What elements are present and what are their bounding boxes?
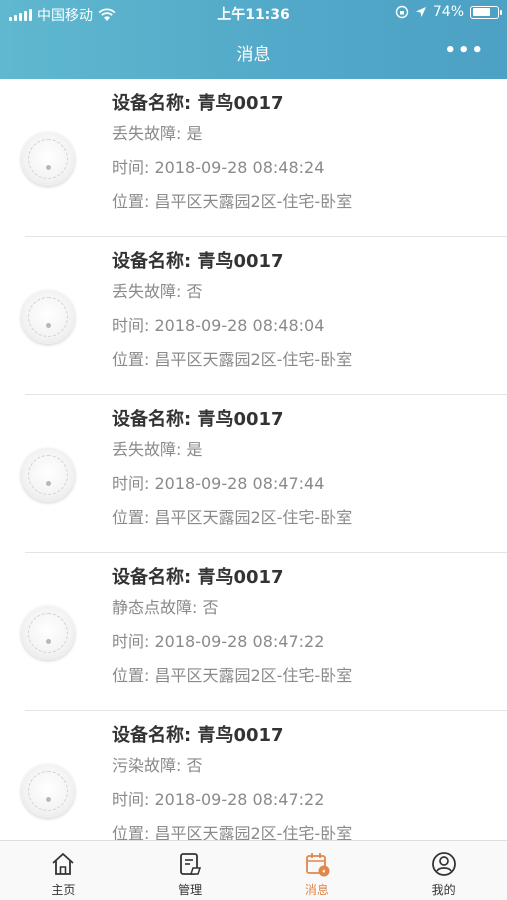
- message-time: 时间: 2018-09-28 08:47:22: [112, 632, 325, 651]
- smoke-detector-icon: [21, 448, 75, 502]
- message-item[interactable]: 设备名称: 青鸟0017 污染故障: 否 时间: 2018-09-28 08:4…: [0, 711, 507, 840]
- tab-mine[interactable]: 我的: [380, 841, 507, 900]
- battery-percent: 74%: [432, 4, 464, 20]
- device-name: 设备名称: 青鸟0017: [112, 409, 284, 430]
- tab-home[interactable]: 主页: [0, 841, 127, 900]
- tab-manage-label: 管理: [178, 883, 203, 897]
- message-time: 时间: 2018-09-28 08:48:24: [112, 158, 325, 177]
- message-time: 时间: 2018-09-28 08:47:44: [112, 474, 325, 493]
- fault-status: 丢失故障: 是: [112, 440, 203, 459]
- device-location: 位置: 昌平区天露园2区-住宅-卧室: [112, 350, 353, 369]
- smoke-detector-icon: [21, 132, 75, 186]
- page-title: 消息: [236, 45, 271, 65]
- tab-home-label: 主页: [51, 883, 76, 897]
- manage-icon: [180, 853, 202, 875]
- device-name: 设备名称: 青鸟0017: [112, 251, 284, 272]
- tab-messages[interactable]: 消息: [254, 841, 381, 900]
- status-bar: 中国移动 上午11:36 74%: [0, 0, 507, 28]
- smoke-detector-icon: [21, 764, 75, 818]
- tab-bar: 主页 管理 消息 我的: [0, 840, 507, 900]
- fault-status: 静态点故障: 否: [112, 598, 219, 617]
- message-time: 时间: 2018-09-28 08:47:22: [112, 790, 325, 809]
- device-name: 设备名称: 青鸟0017: [112, 93, 284, 114]
- message-item[interactable]: 设备名称: 青鸟0017 丢失故障: 是 时间: 2018-09-28 08:4…: [0, 395, 507, 553]
- home-icon: [52, 853, 74, 875]
- device-name: 设备名称: 青鸟0017: [112, 725, 284, 746]
- device-location: 位置: 昌平区天露园2区-住宅-卧室: [112, 824, 353, 840]
- battery-icon: [470, 5, 502, 19]
- more-button[interactable]: •••: [444, 40, 485, 61]
- location-arrow-icon: [415, 7, 426, 17]
- smoke-detector-icon: [21, 290, 75, 344]
- message-time: 时间: 2018-09-28 08:48:04: [112, 316, 325, 335]
- header: 中国移动 上午11:36 74% 消息 •••: [0, 0, 507, 79]
- calendar-message-icon: [305, 853, 330, 877]
- message-item[interactable]: 设备名称: 青鸟0017 丢失故障: 是 时间: 2018-09-28 08:4…: [0, 79, 507, 237]
- fault-status: 丢失故障: 否: [112, 282, 203, 301]
- message-item[interactable]: 设备名称: 青鸟0017 静态点故障: 否 时间: 2018-09-28 08:…: [0, 553, 507, 711]
- device-location: 位置: 昌平区天露园2区-住宅-卧室: [112, 192, 353, 211]
- message-item[interactable]: 设备名称: 青鸟0017 丢失故障: 否 时间: 2018-09-28 08:4…: [0, 237, 507, 395]
- device-location: 位置: 昌平区天露园2区-住宅-卧室: [112, 666, 353, 685]
- device-location: 位置: 昌平区天露园2区-住宅-卧室: [112, 508, 353, 527]
- smoke-detector-icon: [21, 606, 75, 660]
- tab-messages-label: 消息: [304, 883, 329, 897]
- tab-manage[interactable]: 管理: [127, 841, 254, 900]
- tab-mine-label: 我的: [431, 883, 456, 897]
- orientation-lock-icon: [395, 5, 409, 19]
- message-list[interactable]: 设备名称: 青鸟0017 丢失故障: 是 时间: 2018-09-28 08:4…: [0, 79, 507, 840]
- fault-status: 丢失故障: 是: [112, 124, 203, 143]
- device-name: 设备名称: 青鸟0017: [112, 567, 284, 588]
- fault-status: 污染故障: 否: [112, 756, 203, 775]
- user-icon: [431, 852, 456, 876]
